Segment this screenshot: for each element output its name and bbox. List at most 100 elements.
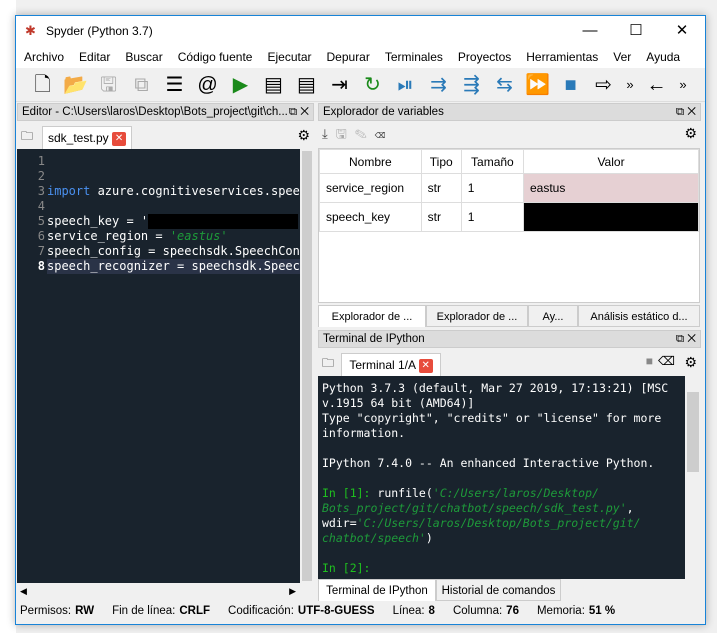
varexp-tab-0[interactable]: Explorador de ... <box>318 305 426 327</box>
editor-pane: Editor - C:\Users\laros\Desktop\Bots_pro… <box>17 103 314 600</box>
cell-name: service_region <box>319 173 422 203</box>
menu-editar[interactable]: Editar <box>79 50 110 64</box>
tab-command-history[interactable]: Historial de comandos <box>436 579 561 601</box>
column-value: 76 <box>506 605 519 617</box>
line-number: 6 <box>37 229 45 243</box>
menu-ver[interactable]: Ver <box>613 50 631 64</box>
memory-label: Memoria: <box>536 605 585 617</box>
save-data-icon[interactable]: 🖫 <box>336 126 355 141</box>
variable-row[interactable]: speech_key str 1 <box>319 202 699 232</box>
eraser-icon[interactable]: ⌫ <box>375 126 393 141</box>
back-arrow-icon[interactable]: ← <box>640 71 673 99</box>
more-icon[interactable]: » <box>620 71 640 99</box>
debug-icon[interactable]: ⏯ <box>389 71 422 99</box>
browse-tabs-icon[interactable]: 🗀 <box>21 127 33 148</box>
console-output[interactable]: Python 3.7.3 (default, Mar 27 2019, 17:1… <box>318 376 685 579</box>
save-as-icon[interactable]: ✎ <box>355 126 375 141</box>
column-header-2[interactable]: Tamaño <box>460 149 525 174</box>
varexp-tab-1[interactable]: Explorador de ... <box>426 305 528 327</box>
menu-proyectos[interactable]: Proyectos <box>458 50 511 64</box>
tab-terminal-1a[interactable]: Terminal 1/A ✕ <box>341 353 441 376</box>
column-header-3[interactable]: Valor <box>523 149 699 174</box>
line-number: 3 <box>37 184 45 198</box>
pane-controls[interactable]: ⧉ ✕ <box>676 104 696 120</box>
at-icon[interactable]: @ <box>191 71 224 99</box>
editor-header: Editor - C:\Users\laros\Desktop\Bots_pro… <box>17 103 314 121</box>
maximize-pane-icon[interactable]: ⇨ <box>587 71 620 99</box>
console-code: ) <box>425 531 433 545</box>
continue-icon[interactable]: ⏩ <box>521 71 554 99</box>
menu-ejecutar[interactable]: Ejecutar <box>267 50 311 64</box>
menu-archivo[interactable]: Archivo <box>24 50 64 64</box>
save-icon[interactable]: 🖫 <box>92 71 125 99</box>
cell-size: 1 <box>460 173 525 203</box>
maximize-button[interactable]: ☐ <box>613 16 659 46</box>
line-number: 4 <box>37 199 45 213</box>
line-number: 5 <box>37 214 45 228</box>
menu-código-fuente[interactable]: Código fuente <box>178 50 253 64</box>
new-file-icon[interactable]: 🗋 <box>26 71 59 99</box>
more-icon[interactable]: » <box>673 71 693 99</box>
code-editor[interactable]: 1 2 3 import azure.cognitiveservices.speec 4… <box>17 149 307 583</box>
eraser-icon[interactable]: ⌫ <box>658 354 675 368</box>
menu-depurar[interactable]: Depurar <box>327 50 370 64</box>
variable-explorer-pane: Explorador de variables ⧉ ✕ ⤓🖫✎⌫ ⚙ Nombre… <box>318 103 701 327</box>
run-cell-advance-icon[interactable]: ▤ <box>290 71 323 99</box>
line-number: 2 <box>37 169 45 183</box>
browse-tabs-icon[interactable]: 🗀 <box>322 354 334 375</box>
close-tab-icon[interactable]: ✕ <box>418 358 433 373</box>
tab-sdk-test[interactable]: sdk_test.py ✕ <box>42 126 132 149</box>
rerun-icon[interactable]: ↻ <box>356 71 389 99</box>
step-return-icon[interactable]: ⇆ <box>488 71 521 99</box>
minimize-button[interactable]: — <box>567 16 613 46</box>
variable-row[interactable]: service_region str 1 eastus <box>319 173 699 203</box>
ipython-console-pane: Terminal de IPython ⧉ ✕ 🗀 Terminal 1/A ✕ … <box>318 330 701 601</box>
step-into-icon[interactable]: ⇶ <box>455 71 488 99</box>
line-label: Línea: <box>392 605 425 617</box>
spyder-logo-icon: ✱ <box>25 23 36 38</box>
gear-icon[interactable]: ⚙ <box>684 125 697 142</box>
gear-icon[interactable]: ⚙ <box>684 354 697 371</box>
prompt-in1: In [1]: <box>322 486 378 500</box>
menu-herramientas[interactable]: Herramientas <box>526 50 598 64</box>
list-icon[interactable]: ☰ <box>158 71 191 99</box>
variable-table-container: Nombre Tipo Tamaño Valor service_region str 1… <box>318 148 700 303</box>
tab-ipython-terminal[interactable]: Terminal de IPython <box>318 579 436 601</box>
run-cell-icon[interactable]: ▤ <box>257 71 290 99</box>
stop-icon[interactable]: ■ <box>554 71 587 99</box>
run-icon[interactable]: ▶ <box>224 71 257 99</box>
prompt-in2[interactable]: In [2]: <box>322 561 370 575</box>
line-number: 1 <box>37 154 45 168</box>
close-button[interactable]: ✕ <box>659 16 705 46</box>
pane-controls[interactable]: ⧉ ✕ <box>676 331 696 347</box>
encoding-label: Codificación: <box>228 605 294 617</box>
keyword: import <box>47 184 91 198</box>
stop-kernel-icon[interactable]: ■ <box>646 354 653 368</box>
close-tab-icon[interactable]: ✕ <box>112 131 127 146</box>
tab-label: Terminal 1/A <box>349 358 416 372</box>
permissions-value: RW <box>75 605 95 617</box>
horizontal-scrollbar[interactable]: ◀ ▶ <box>17 583 314 599</box>
gear-icon[interactable]: ⚙ <box>297 127 310 144</box>
code-line: speech_recognizer = speechsdk.Speech <box>47 259 307 274</box>
pane-controls[interactable]: ⧉ ✕ <box>288 104 309 120</box>
line-value: 8 <box>428 605 435 617</box>
code-text: speech_config = speechsdk.SpeechConf <box>47 244 308 258</box>
vertical-scrollbar[interactable] <box>300 149 314 583</box>
run-selection-icon[interactable]: ⇥ <box>323 71 356 99</box>
save-all-icon[interactable]: ⧉ <box>125 71 158 99</box>
varexp-tab-3[interactable]: Análisis estático d... <box>578 305 700 327</box>
code-text: speech_key = ' <box>47 214 149 228</box>
import-data-icon[interactable]: ⤓ <box>322 126 336 141</box>
code-text: service_region = <box>47 229 170 243</box>
menu-ayuda[interactable]: Ayuda <box>646 50 680 64</box>
column-header-0[interactable]: Nombre <box>319 149 422 174</box>
menu-buscar[interactable]: Buscar <box>125 50 162 64</box>
varexp-tab-2[interactable]: Ay... <box>528 305 578 327</box>
console-scrollbar[interactable] <box>685 376 701 579</box>
string-literal: 'eastus' <box>169 229 228 243</box>
open-folder-icon[interactable]: 📂 <box>59 71 92 99</box>
column-header-1[interactable]: Tipo <box>420 149 462 174</box>
step-icon[interactable]: ⇉ <box>422 71 455 99</box>
menu-terminales[interactable]: Terminales <box>385 50 443 64</box>
